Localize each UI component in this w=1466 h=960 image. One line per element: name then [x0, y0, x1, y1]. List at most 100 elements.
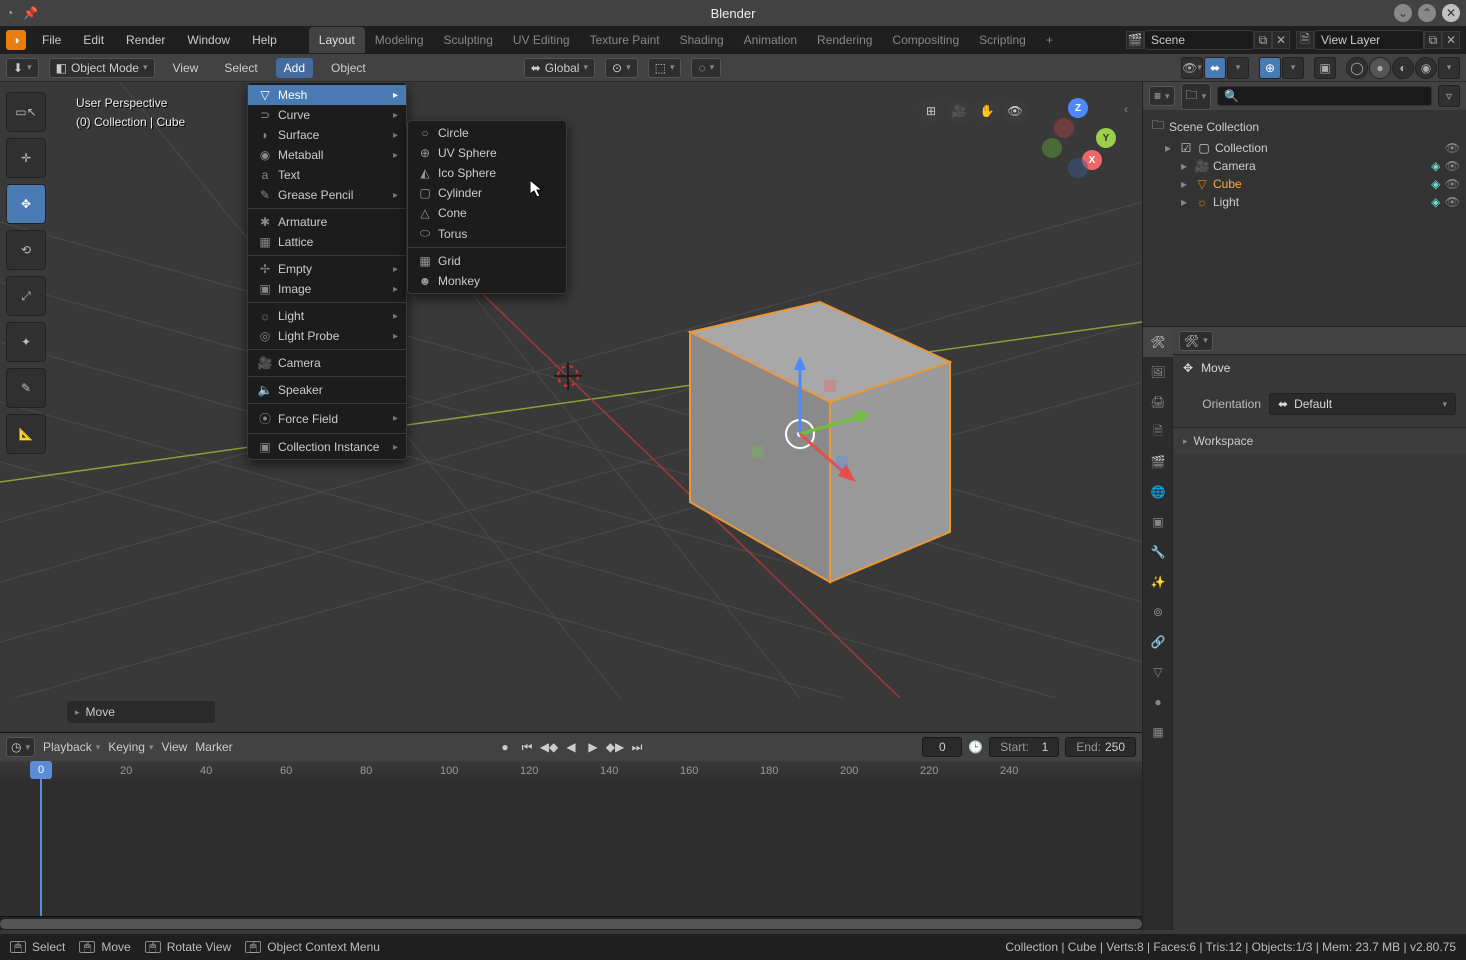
- outliner-search-input[interactable]: 🔍: [1217, 86, 1432, 106]
- start-frame-input[interactable]: Start:1: [989, 737, 1059, 757]
- add-menu-item-image[interactable]: ▣Image▸: [248, 279, 406, 299]
- orientation-dropdown[interactable]: ⬌ Default▾: [1269, 393, 1456, 415]
- menu-edit[interactable]: Edit: [73, 29, 114, 51]
- add-menu-item-curve[interactable]: ⊃Curve▸: [248, 105, 406, 125]
- tab-compositing[interactable]: Compositing: [882, 27, 969, 53]
- outliner-type-dropdown[interactable]: ≡▾: [1149, 86, 1175, 106]
- snap-toggle[interactable]: ⬚ ▾: [648, 58, 682, 78]
- mesh-submenu-item-uv-sphere[interactable]: ⊕UV Sphere: [408, 143, 566, 163]
- add-menu-item-metaball[interactable]: ◉Metaball▸: [248, 145, 406, 165]
- add-menu-item-collection-instance[interactable]: ▣Collection Instance▸: [248, 437, 406, 457]
- menu-file[interactable]: File: [32, 29, 71, 51]
- add-menu-item-mesh[interactable]: ▽Mesh▸: [248, 85, 406, 105]
- add-menu-item-speaker[interactable]: 🔈Speaker: [248, 380, 406, 400]
- end-frame-input[interactable]: End:250: [1065, 737, 1136, 757]
- viewlayer-name-input[interactable]: View Layer: [1314, 30, 1424, 50]
- axis-z-icon[interactable]: Z: [1068, 98, 1088, 118]
- tab-add[interactable]: +: [1036, 27, 1063, 53]
- visibility-eye-icon[interactable]: 👁: [1445, 177, 1460, 191]
- playhead[interactable]: 0: [40, 761, 42, 916]
- header-menu-add[interactable]: Add: [276, 58, 313, 78]
- add-menu-item-surface[interactable]: ◗Surface▸: [248, 125, 406, 145]
- shading-lookdev[interactable]: ◐: [1392, 57, 1414, 79]
- current-frame-input[interactable]: 0: [922, 737, 962, 757]
- tool-select-box[interactable]: ▭↖: [6, 92, 46, 132]
- sidebar-toggle-icon[interactable]: ‹: [1124, 102, 1138, 116]
- timeline-view-menu[interactable]: View: [161, 740, 187, 754]
- xray-toggle[interactable]: ▣: [1314, 57, 1336, 79]
- scene-browse-icon[interactable]: 🎬: [1126, 31, 1144, 49]
- ptab-data[interactable]: ▽: [1143, 657, 1173, 687]
- mesh-submenu-item-circle[interactable]: ○Circle: [408, 123, 566, 143]
- jump-end-button[interactable]: ⏭: [627, 737, 647, 757]
- workspace-panel-header[interactable]: ▸ Workspace: [1173, 428, 1466, 454]
- gizmo-dropdown[interactable]: ▾: [1227, 57, 1249, 79]
- tab-texture-paint[interactable]: Texture Paint: [580, 27, 670, 53]
- header-menu-object[interactable]: Object: [323, 58, 374, 78]
- last-operator-panel[interactable]: ▸ Move: [66, 700, 216, 724]
- add-menu-item-empty[interactable]: ✢Empty▸: [248, 259, 406, 279]
- orientation-dropdown[interactable]: ⬌ Global ▾: [524, 58, 595, 78]
- pin-icon[interactable]: 📌: [23, 6, 38, 20]
- tab-animation[interactable]: Animation: [734, 27, 807, 53]
- ptab-world[interactable]: 🌐: [1143, 477, 1173, 507]
- tool-move[interactable]: ✥: [6, 184, 46, 224]
- axis-y-icon[interactable]: Y: [1096, 128, 1116, 148]
- shading-wireframe[interactable]: ◯: [1346, 57, 1368, 79]
- proportional-edit-toggle[interactable]: ◌ ▾: [691, 58, 721, 78]
- tool-measure[interactable]: 📐: [6, 414, 46, 454]
- tool-rotate[interactable]: ⟲: [6, 230, 46, 270]
- 3d-viewport[interactable]: ▭↖ ✛ ✥ ⟲ ⤢ ✦ ✎ 📐 User Perspective (0) Co…: [0, 82, 1142, 732]
- tab-rendering[interactable]: Rendering: [807, 27, 882, 53]
- outliner-display-mode[interactable]: 🗀▾: [1181, 83, 1212, 110]
- ptab-modifiers[interactable]: 🔧: [1143, 537, 1173, 567]
- navigation-gizmo[interactable]: Z Y X: [1038, 98, 1120, 180]
- add-menu-item-lattice[interactable]: ▦Lattice: [248, 232, 406, 252]
- tab-uv-editing[interactable]: UV Editing: [503, 27, 580, 53]
- ptab-constraints[interactable]: 🔗: [1143, 627, 1173, 657]
- add-menu-item-text[interactable]: aText: [248, 165, 406, 185]
- tool-scale[interactable]: ⤢: [6, 276, 46, 316]
- overlays-toggle[interactable]: ⊕: [1259, 57, 1281, 79]
- mesh-submenu-item-ico-sphere[interactable]: ◭Ico Sphere: [408, 163, 566, 183]
- window-close-button[interactable]: ✕: [1442, 4, 1460, 22]
- ptab-object[interactable]: ▣: [1143, 507, 1173, 537]
- outliner-filter-button[interactable]: ▿: [1438, 85, 1460, 107]
- scene-copy-button[interactable]: ⧉: [1254, 31, 1272, 49]
- outliner-item-collection[interactable]: ▸☑▢Collection👁: [1145, 139, 1464, 157]
- play-reverse-button[interactable]: ◀: [561, 737, 581, 757]
- window-minimize-button[interactable]: ⌄: [1394, 4, 1412, 22]
- mesh-submenu-item-monkey[interactable]: ☻Monkey: [408, 271, 566, 291]
- menu-render[interactable]: Render: [116, 29, 175, 51]
- gizmo-toggle[interactable]: ⬌: [1204, 57, 1226, 79]
- menu-window[interactable]: Window: [177, 29, 240, 51]
- disclosure-icon[interactable]: ▸: [1181, 159, 1193, 173]
- visibility-eye-icon[interactable]: 👁: [1445, 141, 1460, 155]
- tab-sculpting[interactable]: Sculpting: [434, 27, 503, 53]
- add-menu-item-force-field[interactable]: ⦿Force Field▸: [248, 407, 406, 430]
- keyframe-next-button[interactable]: ◆▶: [605, 737, 625, 757]
- nav-pan-icon[interactable]: ✋: [974, 98, 1000, 124]
- blender-logo-icon[interactable]: ◑: [6, 30, 26, 50]
- outliner-scene-collection[interactable]: 🗀 Scene Collection: [1145, 114, 1464, 139]
- header-menu-select[interactable]: Select: [216, 58, 265, 78]
- add-menu-item-armature[interactable]: ✱Armature: [248, 212, 406, 232]
- nav-perspective-icon[interactable]: 👁: [1002, 98, 1028, 124]
- timeline-marker-menu[interactable]: Marker: [195, 740, 232, 754]
- play-button[interactable]: ▶: [583, 737, 603, 757]
- timeline-ruler[interactable]: 0 20406080100120140160180200220240: [0, 761, 1142, 916]
- keyframe-prev-button[interactable]: ◀◆: [539, 737, 559, 757]
- viewlayer-browse-icon[interactable]: 🗎: [1296, 31, 1314, 49]
- mesh-submenu-item-cylinder[interactable]: ▢Cylinder: [408, 183, 566, 203]
- mesh-submenu-item-grid[interactable]: ▦Grid: [408, 251, 566, 271]
- ptab-material[interactable]: ●: [1143, 687, 1173, 717]
- ptab-render[interactable]: 🖼: [1143, 357, 1173, 387]
- add-menu-item-grease-pencil[interactable]: ✎Grease Pencil▸: [248, 185, 406, 205]
- viewlayer-new-button[interactable]: ⧉: [1424, 31, 1442, 49]
- add-menu-item-light[interactable]: ☼Light▸: [248, 306, 406, 326]
- tool-cursor[interactable]: ✛: [6, 138, 46, 178]
- axis-neg-z-icon[interactable]: [1068, 158, 1088, 178]
- timeline-editor-type-dropdown[interactable]: ◷▾: [6, 737, 35, 757]
- visibility-eye-icon[interactable]: 👁: [1445, 159, 1460, 173]
- visibility-eye-icon[interactable]: 👁: [1445, 195, 1460, 209]
